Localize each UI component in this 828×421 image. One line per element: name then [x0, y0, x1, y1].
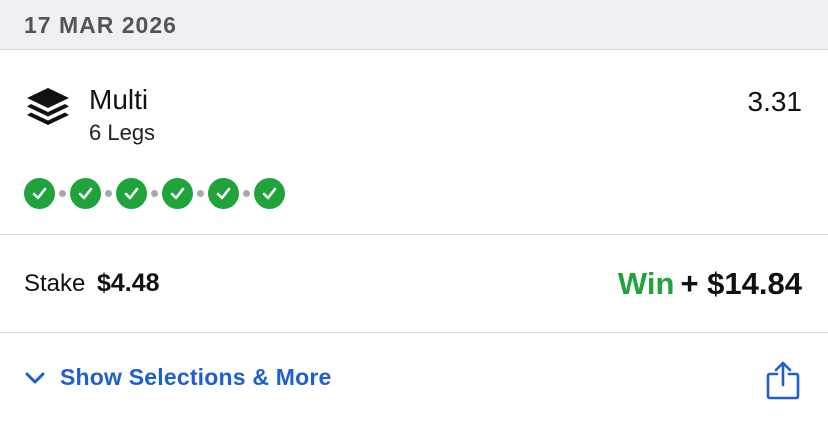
leg-status-won-icon: [208, 178, 239, 209]
check-icon: [262, 187, 277, 200]
layers-icon: [27, 88, 69, 125]
leg-status-won-icon: [254, 178, 285, 209]
legs-status-row: [24, 178, 285, 209]
leg-connector-dot: [197, 190, 204, 197]
show-selections-label: Show Selections & More: [60, 364, 332, 390]
leg-status-won-icon: [116, 178, 147, 209]
check-icon: [32, 187, 47, 200]
result: Win + $14.84: [618, 266, 802, 302]
check-icon: [124, 187, 139, 200]
odds-value: 3.31: [747, 86, 803, 117]
chevron-down-icon: [25, 372, 45, 383]
check-icon: [216, 187, 231, 200]
leg-status-won-icon: [162, 178, 193, 209]
leg-connector-dot: [105, 190, 112, 197]
leg-connector-dot: [59, 190, 66, 197]
share-icon[interactable]: [765, 360, 801, 400]
leg-connector-dot: [243, 190, 250, 197]
divider: [0, 332, 828, 333]
check-icon: [170, 187, 185, 200]
stake-label: Stake: [24, 270, 86, 297]
check-icon: [78, 187, 93, 200]
legs-count-label: 6 Legs: [89, 120, 156, 145]
date-label: 17 MAR 2026: [24, 12, 177, 38]
date-header: 17 MAR 2026: [0, 0, 828, 50]
result-amount: + $14.84: [680, 266, 802, 301]
leg-status-won-icon: [24, 178, 55, 209]
result-status-label: Win: [617, 266, 675, 301]
leg-status-won-icon: [70, 178, 101, 209]
divider: [0, 234, 828, 235]
bet-type-label: Multi: [89, 84, 149, 115]
show-selections-button[interactable]: Show Selections & More: [24, 364, 332, 391]
leg-connector-dot: [151, 190, 158, 197]
stake-value: $4.48: [97, 269, 160, 297]
